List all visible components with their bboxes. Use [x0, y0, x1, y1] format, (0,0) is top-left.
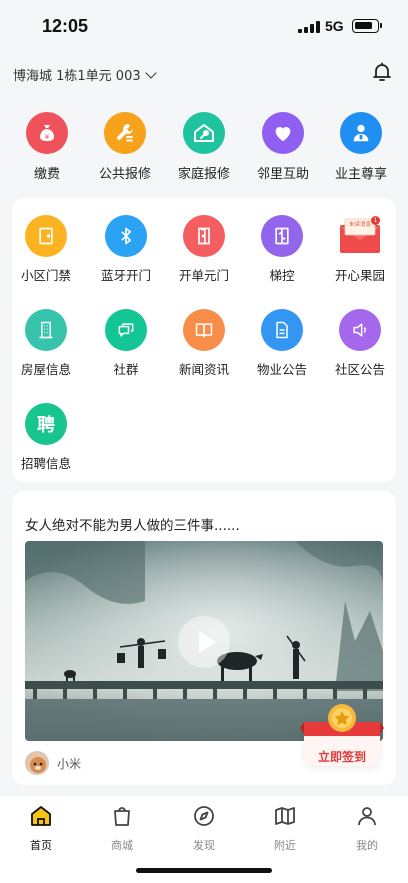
bluetooth-icon	[105, 215, 147, 257]
service-label: 蓝牙开门	[100, 268, 151, 283]
quick-action-pay[interactable]: ¥ 缴费	[7, 112, 87, 182]
tab-label: 附近	[274, 839, 296, 852]
house-wrench-icon	[183, 112, 225, 154]
service-label: 社群	[113, 362, 139, 377]
header: 博海城 1栋1单元 003	[0, 52, 408, 96]
elevator-icon	[261, 215, 303, 257]
book-icon	[183, 309, 225, 351]
medal-icon	[300, 704, 384, 736]
service-house-info[interactable]: 房屋信息	[8, 309, 84, 378]
tab-mall[interactable]: 商城	[92, 804, 152, 853]
service-community-notice[interactable]: 社区公告	[322, 309, 398, 378]
owner-badge-icon	[340, 112, 382, 154]
envelope-badge-text: 未读消息	[348, 222, 371, 228]
quick-action-label: 邻里互助	[256, 167, 309, 182]
service-label: 房屋信息	[20, 362, 71, 377]
bell-icon[interactable]	[370, 60, 394, 84]
services-card: 小区门禁 蓝牙开门 开单元门 梯控 未读消息 1 开心果园 房屋信息 社群 新闻…	[12, 198, 396, 482]
document-icon	[261, 309, 303, 351]
quick-action-neighbor-help[interactable]: 邻里互助	[243, 112, 323, 182]
author-info[interactable]: 小米	[25, 751, 81, 775]
door-icon	[25, 215, 67, 257]
service-recruitment[interactable]: 聘 招聘信息	[8, 403, 84, 472]
tools-icon	[104, 112, 146, 154]
unread-count-badge: 1	[371, 216, 380, 225]
tab-label: 我的	[356, 839, 378, 852]
tab-label: 首页	[30, 839, 52, 852]
service-news[interactable]: 新闻资讯	[166, 309, 242, 378]
compass-icon	[194, 806, 214, 826]
quick-action-label: 公共报修	[98, 167, 151, 182]
user-icon	[358, 807, 376, 826]
tab-discover[interactable]: 发现	[174, 804, 234, 853]
quick-action-home-repair[interactable]: 家庭报修	[164, 112, 244, 182]
service-community-group[interactable]: 社群	[88, 309, 164, 378]
service-label: 社区公告	[334, 362, 385, 377]
heart-icon	[262, 112, 304, 154]
signal-icon	[298, 21, 320, 33]
home-indicator	[136, 868, 272, 873]
play-icon[interactable]	[178, 616, 230, 668]
tab-home[interactable]: 首页	[11, 804, 71, 853]
service-happy-orchard[interactable]: 未读消息 1 开心果园	[322, 215, 398, 284]
speaker-icon	[339, 309, 381, 351]
service-unit-door[interactable]: 开单元门	[166, 215, 242, 284]
sign-in-label: 立即签到	[317, 750, 366, 764]
service-label: 开心果园	[334, 268, 385, 283]
tab-mine[interactable]: 我的	[337, 804, 397, 853]
battery-icon	[352, 19, 382, 33]
quick-action-owner-privilege[interactable]: 业主尊享	[321, 112, 401, 182]
sign-in-button[interactable]: 立即签到	[298, 700, 386, 774]
tab-label: 发现	[193, 839, 215, 852]
service-bluetooth-door[interactable]: 蓝牙开门	[88, 215, 164, 284]
chat-icon	[105, 309, 147, 351]
avatar	[25, 751, 49, 775]
tab-label: 商城	[111, 839, 133, 852]
service-label: 开单元门	[178, 268, 229, 283]
quick-actions: ¥ 缴费 公共报修 家庭报修 邻里互助 业主尊享	[0, 112, 408, 192]
service-property-notice[interactable]: 物业公告	[244, 309, 320, 378]
svg-text:¥: ¥	[45, 133, 50, 141]
chevron-down-icon	[144, 66, 157, 79]
quick-action-label: 业主尊享	[334, 167, 387, 182]
network-label: 5G	[325, 18, 344, 34]
envelope-icon: 未读消息 1	[338, 215, 382, 255]
address-selector[interactable]: 博海城 1栋1单元 003	[13, 65, 157, 84]
recruit-icon: 聘	[25, 403, 67, 445]
service-community-gate[interactable]: 小区门禁	[8, 215, 84, 284]
service-label: 小区门禁	[20, 268, 71, 283]
map-icon	[275, 807, 295, 825]
home-icon	[31, 806, 51, 826]
unit-door-icon	[183, 215, 225, 257]
service-label: 物业公告	[256, 362, 307, 377]
feed-title[interactable]: 女人绝对不能为男人做的三件事......	[25, 514, 240, 534]
address-text: 博海城 1栋1单元 003	[13, 69, 141, 84]
building-icon	[25, 309, 67, 351]
tab-nearby[interactable]: 附近	[255, 804, 315, 853]
coin-bag-icon: ¥	[26, 112, 68, 154]
quick-action-public-repair[interactable]: 公共报修	[85, 112, 165, 182]
quick-action-label: 家庭报修	[177, 167, 230, 182]
status-bar: 12:05 5G	[0, 0, 408, 52]
shopping-bag-icon	[114, 807, 130, 826]
service-label: 梯控	[269, 268, 295, 283]
service-label: 招聘信息	[20, 456, 71, 471]
status-time: 12:05	[42, 16, 89, 36]
quick-action-label: 缴费	[33, 167, 60, 182]
recruit-glyph: 聘	[37, 415, 55, 436]
service-label: 新闻资讯	[178, 362, 229, 377]
service-elevator[interactable]: 梯控	[244, 215, 320, 284]
author-name: 小米	[57, 756, 82, 771]
